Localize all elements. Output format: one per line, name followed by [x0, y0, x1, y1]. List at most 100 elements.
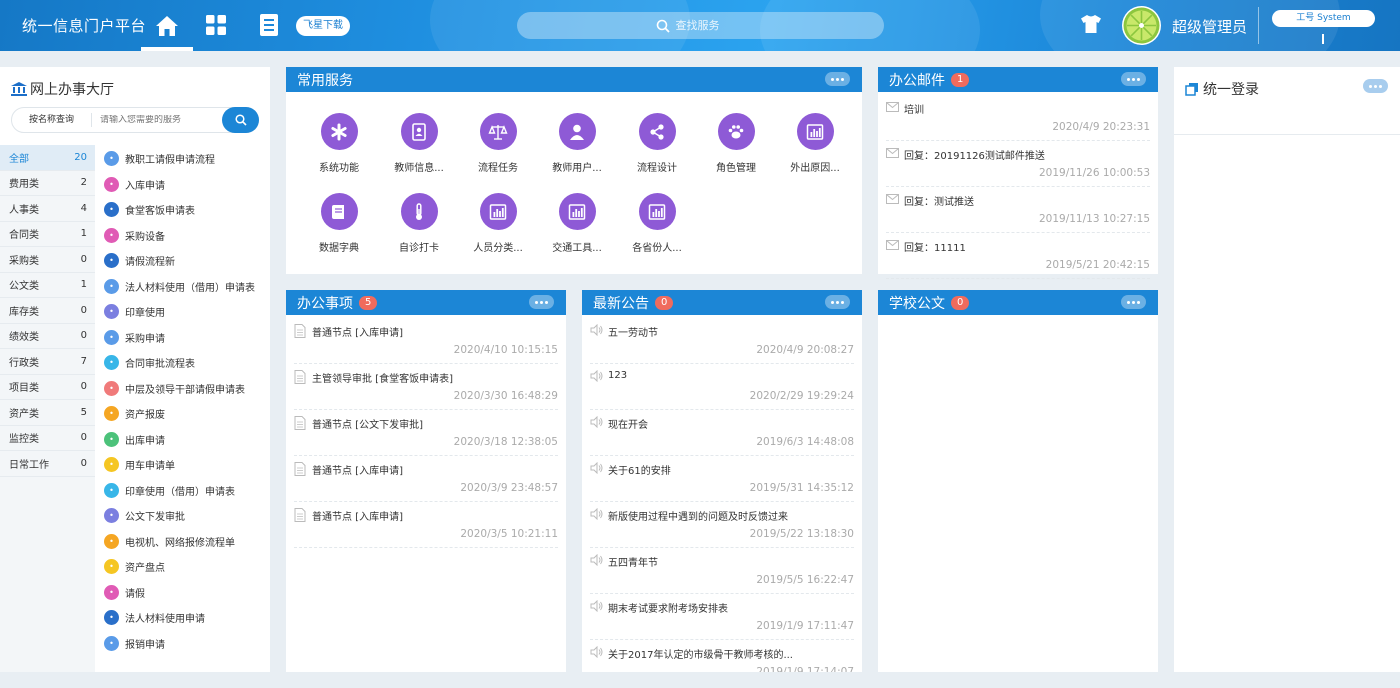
service-item[interactable]: • 教职工请假申请流程 [104, 146, 269, 172]
task-item[interactable]: 普通节点 [入库申请] 2020/4/10 10:15:15 [294, 318, 558, 364]
service-item[interactable]: • 资产盘点 [104, 554, 269, 580]
service-item[interactable]: • 印章使用（借用）申请表 [104, 478, 269, 504]
service-item[interactable]: • 出库申请 [104, 427, 269, 453]
more-button[interactable] [825, 72, 850, 86]
category-item[interactable]: 采购类 0 [0, 247, 95, 273]
task-item[interactable]: 主管领导审批 [食堂客饭申请表] 2020/3/30 16:48:29 [294, 364, 558, 410]
category-item[interactable]: 行政类 7 [0, 349, 95, 375]
notice-item-date: 2019/1/9 17:11:47 [756, 620, 854, 632]
download-button[interactable]: 飞星下载 [296, 16, 350, 36]
mail-item[interactable]: 回复：20191126测试邮件推送 2019/11/26 10:00:53 [886, 141, 1150, 187]
service-tile[interactable]: 交通工具... [537, 193, 617, 254]
service-tile[interactable]: 教师用户... [537, 113, 617, 174]
service-icon: • [104, 227, 119, 243]
category-item[interactable]: 公文类 1 [0, 273, 95, 298]
service-tile-icon-circle [320, 193, 358, 230]
global-search[interactable] [517, 12, 884, 39]
job-number-badge[interactable]: 工号 System [1272, 10, 1375, 27]
service-item[interactable]: • 合同审批流程表 [104, 350, 269, 376]
more-button[interactable] [1121, 72, 1146, 86]
service-item[interactable]: • 印章使用 [104, 299, 269, 325]
mail-icon [886, 101, 899, 116]
service-item[interactable]: • 报销申请 [104, 631, 269, 657]
notice-item[interactable]: 五四青年节 2019/5/5 16:22:47 [590, 548, 854, 594]
hall-search-button[interactable] [222, 107, 259, 133]
service-search-input[interactable] [100, 115, 220, 125]
file-icon [294, 416, 306, 433]
more-button[interactable] [1363, 79, 1388, 93]
notice-item[interactable]: 新版使用过程中遇到的问题及时反馈过来 2019/5/22 13:18:30 [590, 502, 854, 548]
category-item[interactable]: 库存类 0 [0, 298, 95, 324]
service-tile[interactable]: 人员分类... [458, 193, 538, 254]
task-list: 普通节点 [入库申请] 2020/4/10 10:15:15 主管领导审批 [食堂客… [286, 315, 566, 548]
service-tile[interactable]: 外出原因... [775, 113, 855, 174]
nav-home[interactable] [141, 0, 193, 51]
service-item[interactable]: • 采购申请 [104, 325, 269, 351]
file-icon [294, 324, 306, 338]
notice-item[interactable]: 五一劳动节 2020/4/9 20:08:27 [590, 318, 854, 364]
category-item[interactable]: 合同类 1 [0, 222, 95, 247]
service-item[interactable]: • 食堂客饭申请表 [104, 197, 269, 223]
category-item[interactable]: 资产类 5 [0, 400, 95, 426]
more-button[interactable] [529, 295, 554, 309]
category-item[interactable]: 项目类 0 [0, 375, 95, 400]
service-tile[interactable]: 数据字典 [299, 193, 379, 254]
notice-item[interactable]: 123 2020/2/29 19:29:24 [590, 364, 854, 410]
panel-title: 办公事项 [297, 295, 353, 312]
notice-item[interactable]: 关于2017年认定的市级骨干教师考核的... 2019/1/9 17:14:07 [590, 640, 854, 672]
notice-item[interactable]: 关于61的安排 2019/5/31 14:35:12 [590, 456, 854, 502]
service-tile[interactable]: 教师信息... [379, 113, 459, 174]
category-item[interactable]: 绩效类 0 [0, 324, 95, 349]
service-item[interactable]: • 用车申请单 [104, 452, 269, 478]
mail-icon [886, 102, 899, 112]
user-name[interactable]: 超级管理员 [1172, 16, 1247, 37]
category-item[interactable]: 全部 20 [0, 145, 95, 171]
category-item[interactable]: 日常工作 0 [0, 451, 95, 477]
category-item[interactable]: 监控类 0 [0, 426, 95, 451]
avatar[interactable] [1122, 6, 1161, 45]
more-button[interactable] [825, 295, 850, 309]
category-item[interactable]: 费用类 2 [0, 171, 95, 196]
mail-item[interactable]: 回复：测试推送 2019/11/13 10:27:15 [886, 187, 1150, 233]
service-item[interactable]: • 电视机、网络报修流程单 [104, 529, 269, 555]
service-label: 电视机、网络报修流程单 [125, 537, 235, 549]
service-item[interactable]: • 采购设备 [104, 223, 269, 249]
service-tile[interactable]: 流程设计 [617, 113, 697, 174]
search-mode-select[interactable]: 按名称查询 [12, 113, 92, 127]
service-tile-icon-circle [717, 113, 755, 150]
service-item[interactable]: • 入库申请 [104, 172, 269, 198]
top-bar: 统一信息门户平台 飞星下载 查找服务 超级管理员 工号 System [0, 0, 1400, 51]
service-item[interactable]: • 公文下发审批 [104, 503, 269, 529]
nav-documents[interactable] [258, 13, 280, 40]
notice-item[interactable]: 现在开会 2019/6/3 14:48:08 [590, 410, 854, 456]
theme-button[interactable] [1080, 14, 1102, 37]
service-item[interactable]: • 请假 [104, 580, 269, 606]
service-item[interactable]: • 法人材料使用申请 [104, 605, 269, 631]
service-tile-icon-circle [558, 113, 596, 150]
category-item[interactable]: 人事类 4 [0, 196, 95, 222]
task-item[interactable]: 普通节点 [入库申请] 2020/3/9 23:48:57 [294, 456, 558, 502]
service-tile-icon-circle [479, 193, 517, 230]
search-input[interactable] [675, 19, 746, 32]
service-tile[interactable]: 自诊打卡 [379, 193, 459, 254]
service-tile[interactable]: 流程任务 [458, 113, 538, 174]
service-tile-label: 教师用户... [552, 163, 602, 174]
nav-apps[interactable] [205, 14, 227, 39]
service-item[interactable]: • 法人材料使用（借用）申请表 [104, 274, 269, 300]
task-item[interactable]: 普通节点 [公文下发审批] 2020/3/18 12:38:05 [294, 410, 558, 456]
service-tile[interactable]: 系统功能 [299, 113, 379, 174]
service-item[interactable]: • 资产报废 [104, 401, 269, 427]
service-item[interactable]: • 请假流程新 [104, 248, 269, 274]
service-tile[interactable]: 各省份人... [617, 193, 697, 254]
notice-item[interactable]: 期末考试要求附考场安排表 2019/1/9 17:11:47 [590, 594, 854, 640]
task-item-date: 2020/3/18 12:38:05 [453, 436, 558, 448]
contact-book-icon [412, 122, 426, 141]
task-item[interactable]: 普通节点 [入库申请] 2020/3/5 10:21:11 [294, 502, 558, 548]
service-item[interactable]: • 中层及领导干部请假申请表 [104, 376, 269, 402]
mail-item[interactable]: 回复：11111 2019/5/21 20:42:15 [886, 233, 1150, 279]
more-button[interactable] [1121, 295, 1146, 309]
mail-item[interactable]: 培训 2020/4/9 20:23:31 [886, 95, 1150, 141]
service-tile[interactable]: 角色管理 [696, 113, 776, 174]
speaker-icon [590, 323, 604, 339]
service-tile-label: 流程任务 [478, 163, 518, 174]
